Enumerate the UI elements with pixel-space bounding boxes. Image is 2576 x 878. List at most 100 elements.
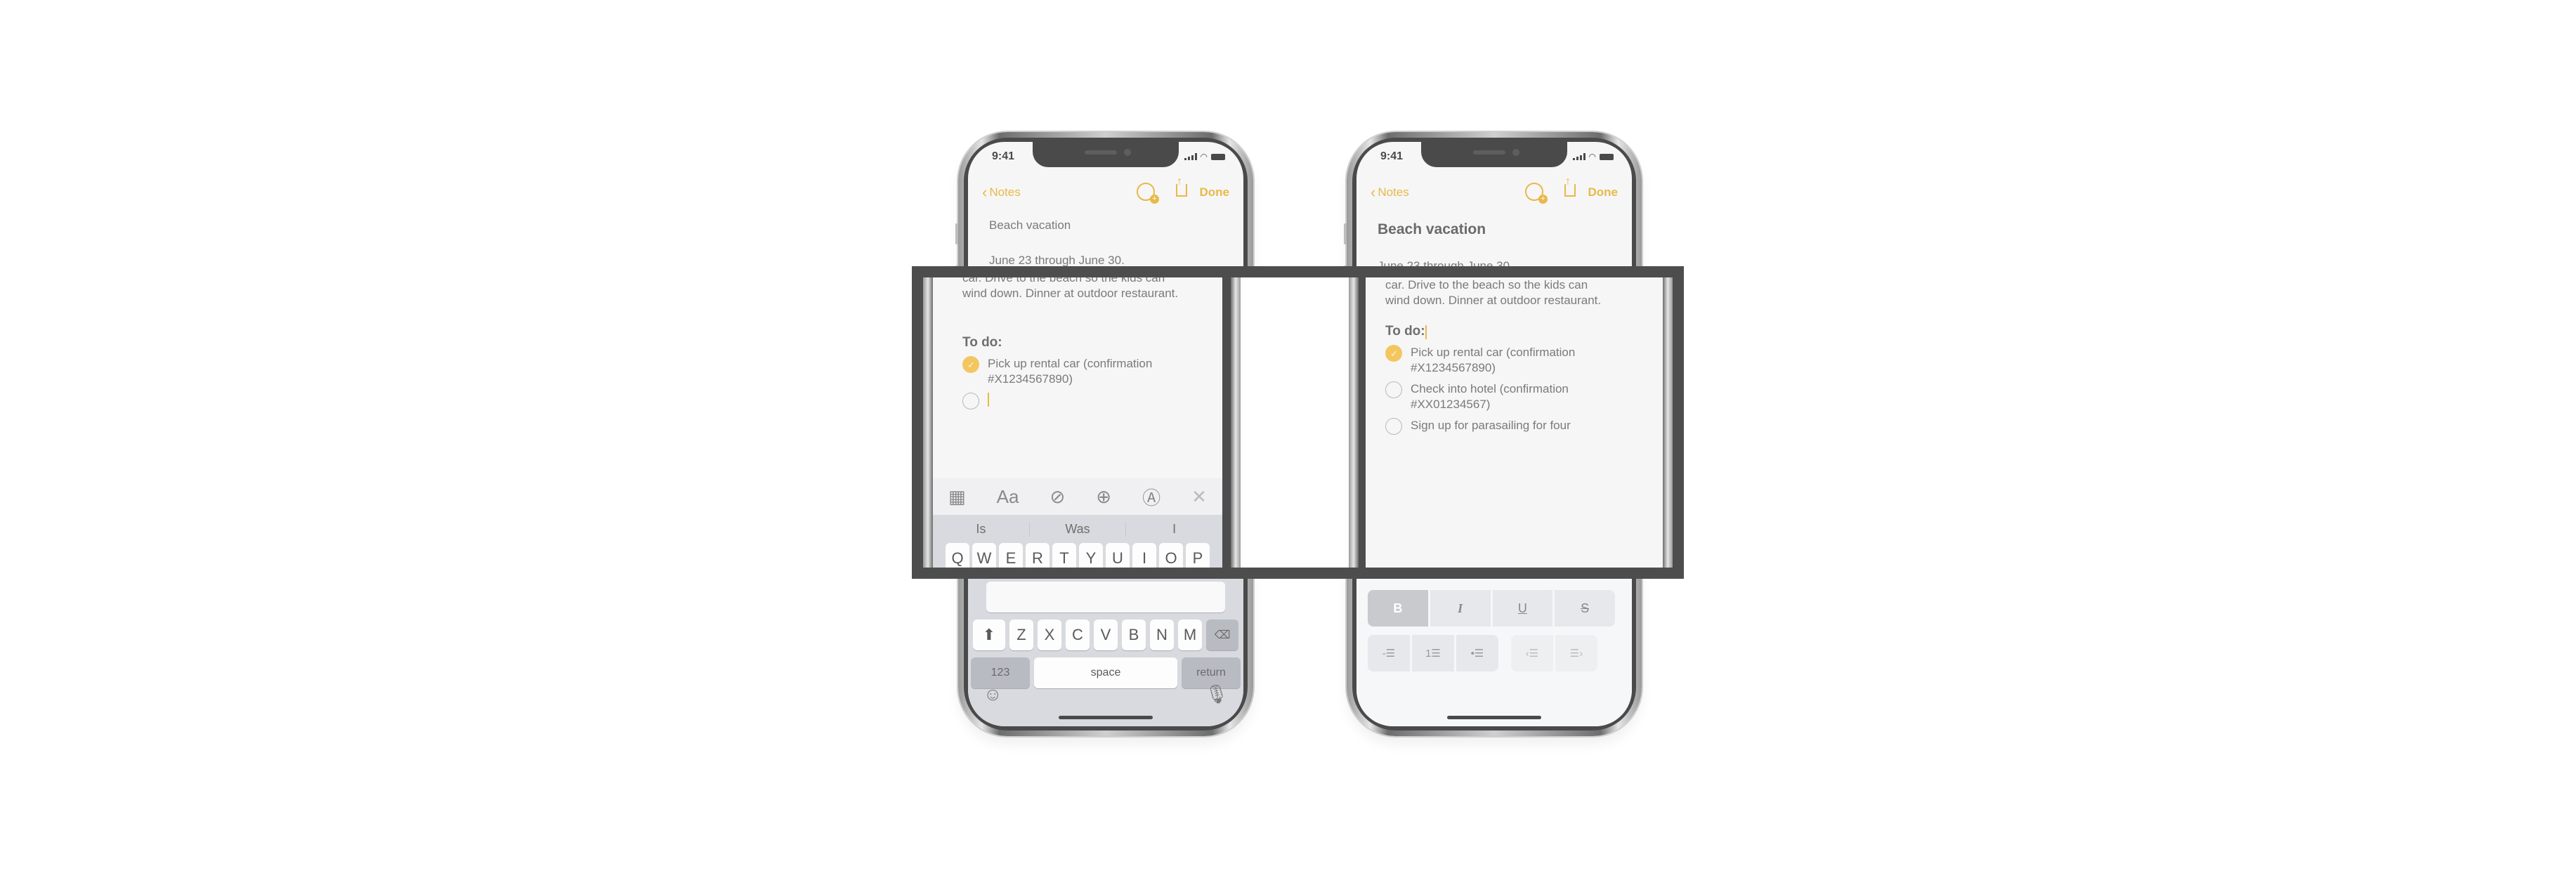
signal-icon [1184,153,1197,160]
key-r[interactable]: R [1026,543,1050,568]
key-w[interactable]: W [972,543,996,568]
phone-edge [1231,277,1241,568]
suggestion[interactable]: Was [1030,521,1127,537]
indent-icon[interactable]: ☰› [1555,635,1597,671]
checkbox-checked[interactable] [1385,345,1402,362]
note-body[interactable]: car. Drive to the beach so the kids can … [962,277,1184,409]
checklist-icon[interactable]: ⊘ [1050,486,1065,508]
speaker [1085,150,1117,155]
left-magnified-region: car. Drive to the beach so the kids can … [923,277,1222,568]
suggestion[interactable]: Is [933,521,1030,537]
shift-key[interactable]: ⬆ [973,620,1005,650]
outdent-icon[interactable]: ‹☰ [1511,635,1553,671]
keyboard-bottom: ☺ 🎙︎ [968,683,1243,705]
checklist-item: Pick up rental car (confirmation #X12345… [962,356,1184,387]
list-style-row: -☰ 1☰ •☰ ‹☰ ☰› [1368,635,1615,671]
key-y[interactable]: Y [1079,543,1103,568]
microphone-icon[interactable]: 🎙︎ [1205,683,1228,705]
table-icon[interactable]: ▦ [948,486,966,508]
checklist-text[interactable]: Pick up rental car (confirmation #X12345… [988,356,1184,387]
key-c[interactable]: C [1066,620,1090,650]
done-button[interactable]: Done [1200,185,1230,199]
checkbox-unchecked[interactable] [1385,418,1402,435]
back-label: Notes [1378,185,1409,199]
notch [1033,142,1179,167]
home-indicator [1447,716,1541,719]
numbered-list-icon[interactable]: 1☰ [1412,635,1454,671]
note-title[interactable]: Beach vacation [1378,222,1615,237]
bold-button[interactable]: B [1368,590,1428,627]
checklist-text[interactable]: Pick up rental car (confirmation #X12345… [1411,345,1607,376]
format-panel: B I U S -☰ 1☰ •☰ ‹☰ ☰› [1356,570,1632,726]
nav-bar: ‹Notes Done [1356,176,1632,205]
phone-edge [923,277,933,568]
key-n[interactable]: N [1150,620,1174,650]
key-p[interactable]: P [1186,543,1210,568]
status-time: 9:41 [992,150,1015,162]
emoji-icon[interactable]: ☺ [983,683,1002,705]
delete-key[interactable]: ⌫ [1206,620,1238,650]
key-b[interactable]: B [1122,620,1146,650]
bulleted-list-icon[interactable]: •☰ [1456,635,1498,671]
strikethrough-button[interactable]: S [1555,590,1615,627]
checklist-item [962,393,1184,409]
key-row-3: ⬆ Z X C V B N M ⌫ [968,620,1243,650]
italic-button[interactable]: I [1430,590,1491,627]
checklist-text[interactable]: Check into hotel (confirmation #XX012345… [1411,381,1607,412]
checklist-item: Sign up for parasailing for four [1385,418,1621,435]
key[interactable] [986,582,1225,612]
todo-heading: To do: [962,335,1002,350]
suggestion-bar: Is Was I [933,515,1222,543]
note-title[interactable]: Beach vacation [989,218,1227,233]
wifi-icon: ◠ [1588,152,1596,162]
checklist-item: Pick up rental car (confirmation #X12345… [1385,345,1621,376]
gap-region [1231,277,1359,568]
text-style-button[interactable]: Aa [997,486,1019,508]
key-t[interactable]: T [1052,543,1076,568]
key-m[interactable]: M [1178,620,1202,650]
checkbox-unchecked[interactable] [962,393,979,409]
nav-bar: ‹Notes Done [968,176,1243,205]
status-icons: ◠ [1184,152,1225,162]
keyboard-toolbar-magnified: ▦ Aa ⊘ ⊕ Ⓐ ✕ [933,478,1222,515]
mute-switch [1344,223,1347,244]
back-button[interactable]: ‹ Notes [982,183,1021,201]
checklist-text[interactable]: Sign up for parasailing for four [1411,418,1621,433]
key-i[interactable]: I [1132,543,1156,568]
note-body[interactable]: car. Drive to the beach so the kids can … [1385,277,1621,435]
close-icon[interactable]: ✕ [1191,486,1207,508]
key-row-1: QWERTYUIOP [933,543,1222,568]
add-collaborator-icon[interactable] [1525,183,1548,204]
suggestion[interactable]: I [1126,522,1222,537]
underline-button[interactable]: U [1492,590,1553,627]
key-q[interactable]: Q [946,543,969,568]
home-indicator [1059,716,1153,719]
checkbox-checked[interactable] [962,356,979,373]
key-e[interactable]: E [999,543,1023,568]
key-u[interactable]: U [1106,543,1130,568]
dashed-list-icon[interactable]: -☰ [1368,635,1410,671]
chevron-left-icon: ‹ [982,183,988,201]
markup-icon[interactable]: Ⓐ [1142,484,1160,510]
key-x[interactable]: X [1038,620,1061,650]
battery-icon [1600,153,1614,160]
key-v[interactable]: V [1094,620,1118,650]
signal-icon [1572,153,1586,160]
add-icon[interactable]: ⊕ [1096,486,1111,508]
text-cursor [1425,325,1427,339]
key-z[interactable]: Z [1009,620,1033,650]
key-o[interactable]: O [1159,543,1183,568]
body-line: car. Drive to the beach so the kids can [1385,278,1588,291]
add-collaborator-icon[interactable] [1137,183,1159,204]
done-button[interactable]: Done [1588,185,1619,199]
todo-heading: To do: [1385,324,1425,339]
back-button[interactable]: ‹ Notes [1371,185,1409,200]
magnifier-divider [1359,266,1366,579]
share-icon[interactable] [1564,176,1576,197]
share-icon[interactable] [1176,176,1187,197]
back-label: Notes [989,185,1021,199]
checkbox-unchecked[interactable] [1385,381,1402,398]
status-time: 9:41 [1380,150,1404,162]
checklist-item: Check into hotel (confirmation #XX012345… [1385,381,1621,412]
body-line: wind down. Dinner at outdoor restaurant. [962,287,1179,300]
